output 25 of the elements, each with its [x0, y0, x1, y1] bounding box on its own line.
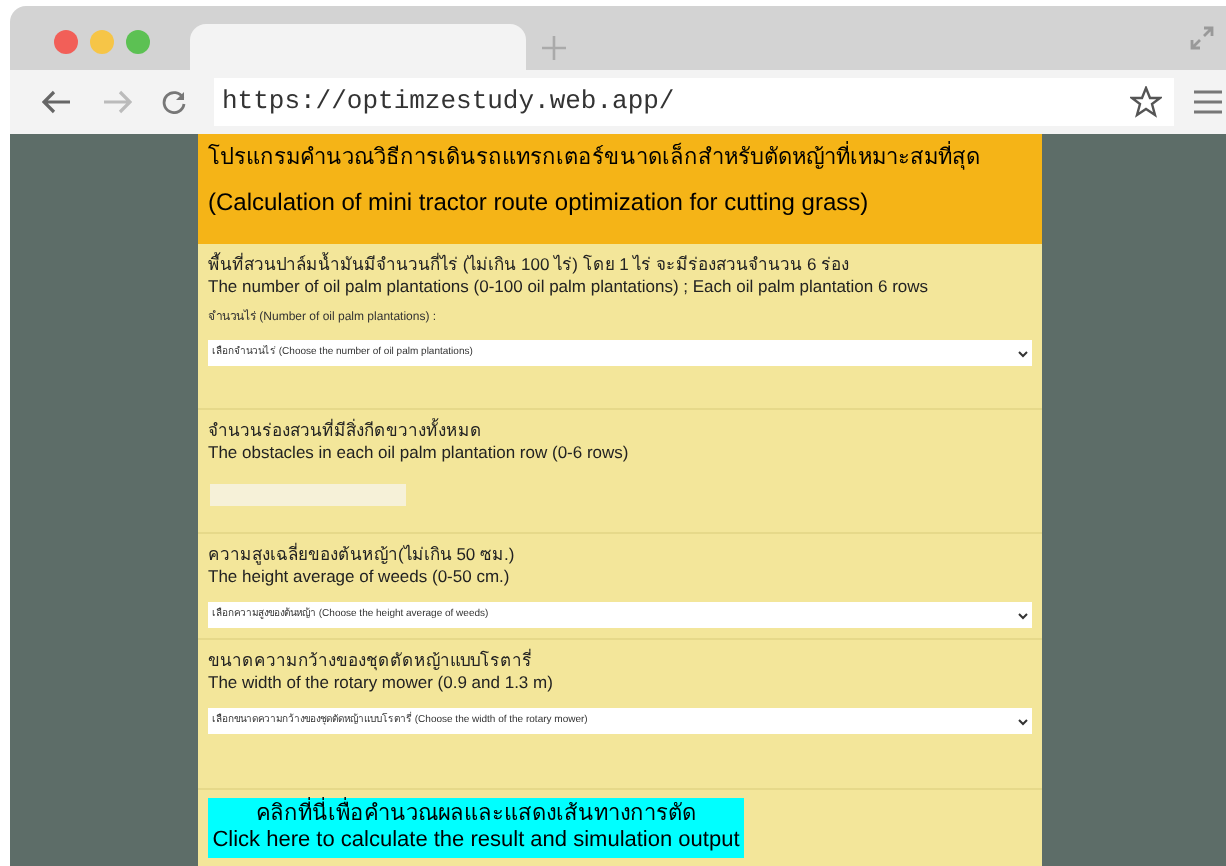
heading-english: The number of oil palm plantations (0-100 oil palm plantations) ; Each oil palm plantation 6 rows	[208, 276, 931, 298]
input-field[interactable]	[210, 484, 406, 506]
heading-english: The obstacles in each oil palm plantation row (0-6 rows)	[208, 442, 631, 464]
title-thai: โปรแกรมคำนวณวิธีการเดินรถแทรกเตอร์ขนาดเล็กสำหรับตัดหญ้าที่เหมาะสมที่สุด	[208, 140, 1032, 176]
heading-english: The height average of weeds (0-50 cm.)	[208, 566, 512, 588]
plus-icon[interactable]	[542, 36, 566, 60]
calculate-button[interactable]: คลิกที่นี่เพื่อคำนวณผลและแสดงเส้นทางการตัด Click here to calculate the result and simulation output	[208, 798, 744, 858]
star-icon[interactable]	[1130, 86, 1162, 118]
address-bar[interactable]: https://optimzestudy.web.app/	[214, 78, 1174, 126]
expand-icon[interactable]	[1190, 26, 1214, 50]
chevron-down-icon	[1018, 717, 1028, 725]
menu-icon[interactable]	[1194, 90, 1222, 114]
heading-thai: ความสูงเฉลี่ยของต้นหญ้า(ไม่เกิน 50 ซม.)	[208, 544, 517, 566]
heading-english: The width of the rotary mower (0.9 and 1.3 m)	[208, 672, 555, 694]
back-arrow-icon[interactable]	[42, 90, 72, 114]
browser-tab[interactable]	[190, 24, 526, 70]
heading-thai: จำนวนร่องสวนที่มีสิ่งกีดขวางทั้งหมด	[208, 420, 484, 442]
chevron-down-icon	[1018, 349, 1028, 357]
forward-arrow-icon[interactable]	[102, 90, 132, 114]
heading-thai: ขนาดความกว้างของชุดตัดหญ้าแบบโรตารี่	[208, 650, 534, 672]
reload-icon[interactable]	[162, 90, 186, 114]
title-english: (Calculation of mini tractor route optimization for cutting grass)	[208, 188, 871, 218]
chevron-down-icon	[1018, 611, 1028, 619]
heading-thai: พื้นที่สวนปาล์มน้ำมันมีจำนวนกี่ไร่ (ไม่เกิน 100 ไร่) โดย 1 ไร่ จะมีร่องสวนจำนวน 6 ร่อง	[208, 254, 852, 276]
url-text: https://optimzestudy.web.app/	[222, 84, 675, 121]
